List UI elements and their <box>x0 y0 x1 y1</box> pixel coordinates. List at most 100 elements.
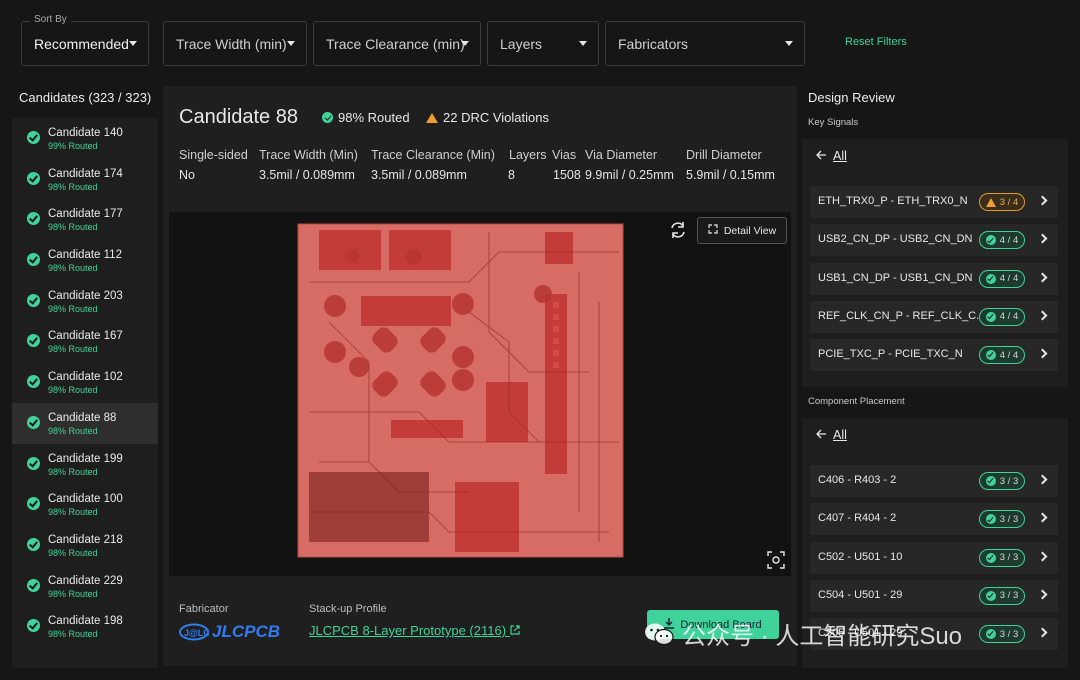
candidate-list-item[interactable]: Candidate 218 98% Routed <box>12 525 158 566</box>
placement-row[interactable]: C504 - U501 - 29 3 / 3 <box>810 579 1058 612</box>
sort-by-legend: Sort By <box>30 14 71 25</box>
trace-clearance-select[interactable]: Trace Clearance (min) <box>313 21 481 66</box>
sort-by-value: Recommended <box>34 35 129 52</box>
drc-label: 22 DRC Violations <box>443 110 549 125</box>
pcb-board-image <box>297 223 624 558</box>
fit-to-view-icon[interactable] <box>767 551 785 569</box>
spec-header-trace-clearance: Trace Clearance (Min) <box>371 148 495 162</box>
chevron-right-icon <box>1037 233 1048 244</box>
chevron-right-icon <box>1037 195 1048 206</box>
chevron-down-icon <box>287 41 295 46</box>
svg-text:J@LC: J@LC <box>184 628 209 638</box>
placement-row[interactable]: C406 - R403 - 2 3 / 3 <box>810 465 1058 497</box>
rotate-view-icon[interactable] <box>668 220 688 240</box>
candidate-list-item[interactable]: Candidate 198 98% Routed <box>12 606 158 647</box>
check-circle-icon <box>27 131 40 144</box>
status-badge: 3 / 3 <box>979 472 1025 490</box>
layers-select[interactable]: Layers <box>487 21 599 66</box>
spec-header-trace-width: Trace Width (Min) <box>259 148 358 162</box>
candidate-detail-panel: Candidate 88 98% Routed 22 DRC Violation… <box>163 86 797 666</box>
spec-value-layers: 8 <box>508 168 515 182</box>
key-signal-row-name: ETH_TRX0_P - ETH_TRX0_N <box>818 195 968 207</box>
key-signal-row[interactable]: USB1_CN_DP - USB1_CN_DN 4 / 4 <box>810 262 1058 295</box>
chevron-down-icon <box>785 41 793 46</box>
chevron-down-icon <box>579 41 587 46</box>
status-count: 3 / 3 <box>999 628 1019 640</box>
detail-view-button[interactable]: Detail View <box>697 217 787 244</box>
candidate-routed-pct: 98% Routed <box>48 222 98 233</box>
spec-value-single-sided: No <box>179 168 195 182</box>
candidate-name: Candidate 88 <box>48 411 117 424</box>
candidate-name: Candidate 102 <box>48 371 123 384</box>
pcb-board-viewer[interactable] <box>169 212 791 576</box>
candidate-list-item[interactable]: Candidate 100 98% Routed <box>12 484 158 525</box>
candidate-routed-pct: 98% Routed <box>48 181 98 192</box>
trace-clearance-label: Trace Clearance (min) <box>326 35 465 52</box>
key-signal-row[interactable]: ETH_TRX0_P - ETH_TRX0_N 3 / 4 <box>810 186 1058 218</box>
filter-bar: Sort By Recommended Trace Width (min) Tr… <box>0 0 1080 80</box>
key-signals-all-link[interactable]: All <box>816 149 847 163</box>
status-badge: 4 / 4 <box>979 269 1025 288</box>
stackup-link-label: JLCPCB 8-Layer Prototype (2116) <box>309 623 507 638</box>
candidate-list-item[interactable]: Candidate 229 98% Routed <box>12 566 158 607</box>
wechat-icon <box>644 621 674 647</box>
status-count: 3 / 3 <box>999 552 1019 564</box>
stackup-link[interactable]: JLCPCB 8-Layer Prototype (2116) <box>309 623 520 638</box>
candidate-name: Candidate 174 <box>48 167 123 180</box>
check-circle-icon <box>27 456 40 470</box>
watermark-text: 公众号 · 人工智能研究Suo <box>682 623 963 650</box>
candidate-list-item[interactable]: Candidate 167 98% Routed <box>12 321 158 362</box>
key-signal-row[interactable]: USB2_CN_DP - USB2_CN_DN 4 / 4 <box>810 224 1058 257</box>
external-link-icon <box>510 623 520 638</box>
fabricators-select[interactable]: Fabricators <box>605 21 805 66</box>
key-signal-row[interactable]: REF_CLK_CN_P - REF_CLK_C... 4 / 4 <box>810 300 1058 333</box>
status-badge: 3 / 4 <box>979 193 1025 211</box>
candidate-name: Candidate 229 <box>48 574 123 587</box>
check-circle-icon <box>27 415 40 429</box>
check-circle-icon <box>27 212 40 226</box>
candidate-name: Candidate 100 <box>48 493 123 506</box>
chevron-right-icon <box>1037 551 1048 562</box>
status-count: 4 / 4 <box>999 273 1019 285</box>
status-badge: 4 / 4 <box>979 231 1025 250</box>
watermark: 公众号 · 人工智能研究Suo <box>644 616 962 651</box>
candidate-name: Candidate 167 <box>48 330 123 343</box>
check-circle-icon <box>27 334 40 348</box>
check-circle-icon <box>985 552 996 563</box>
placement-all-link[interactable]: All <box>816 428 847 442</box>
spec-header-single-sided: Single-sided <box>179 148 248 162</box>
check-circle-icon <box>985 273 996 284</box>
status-count: 3 / 3 <box>999 590 1019 602</box>
key-signals-panel: All ETH_TRX0_P - ETH_TRX0_N 3 / 4 USB2_CN_… <box>802 139 1068 387</box>
check-circle-icon <box>322 112 333 123</box>
candidate-list-item[interactable]: Candidate 177 98% Routed <box>12 199 158 240</box>
candidate-name: Candidate 199 <box>48 452 123 465</box>
candidate-list-item[interactable]: Candidate 203 98% Routed <box>12 281 158 322</box>
candidate-routed-pct: 98% Routed <box>48 425 98 436</box>
candidate-list-item[interactable]: Candidate 199 98% Routed <box>12 444 158 485</box>
trace-width-select[interactable]: Trace Width (min) <box>163 21 307 66</box>
check-circle-icon <box>27 253 40 267</box>
status-count: 4 / 4 <box>999 234 1019 246</box>
candidate-list-item[interactable]: Candidate 174 98% Routed <box>12 159 158 200</box>
candidate-list-item[interactable]: Candidate 140 99% Routed <box>12 118 158 159</box>
candidate-list-item[interactable]: Candidate 112 98% Routed <box>12 240 158 281</box>
placement-row-name: C406 - R403 - 2 <box>818 474 897 486</box>
sort-by-select[interactable]: Sort By Recommended <box>21 14 149 66</box>
placement-row[interactable]: C502 - U501 - 10 3 / 3 <box>810 541 1058 574</box>
trace-width-label: Trace Width (min) <box>176 35 287 52</box>
placement-row[interactable]: C407 - R404 - 2 3 / 3 <box>810 503 1058 536</box>
status-badge: 3 / 3 <box>979 625 1025 644</box>
key-signal-row[interactable]: PCIE_TXC_P - PCIE_TXC_N 4 / 4 <box>810 339 1058 372</box>
spec-value-vias: 1508 <box>553 168 581 182</box>
candidate-list-item[interactable]: Candidate 102 98% Routed <box>12 362 158 403</box>
check-circle-icon <box>27 171 40 185</box>
key-signal-row-name: USB1_CN_DP - USB1_CN_DN <box>818 271 973 284</box>
reset-filters-link[interactable]: Reset Filters <box>845 36 907 48</box>
fabricators-label: Fabricators <box>618 35 689 52</box>
drc-status[interactable]: 22 DRC Violations <box>426 110 549 125</box>
candidate-list-item[interactable]: Candidate 88 98% Routed <box>12 402 158 444</box>
status-count: 4 / 4 <box>999 349 1019 361</box>
chevron-right-icon <box>1037 474 1048 485</box>
all-label: All <box>833 149 847 163</box>
